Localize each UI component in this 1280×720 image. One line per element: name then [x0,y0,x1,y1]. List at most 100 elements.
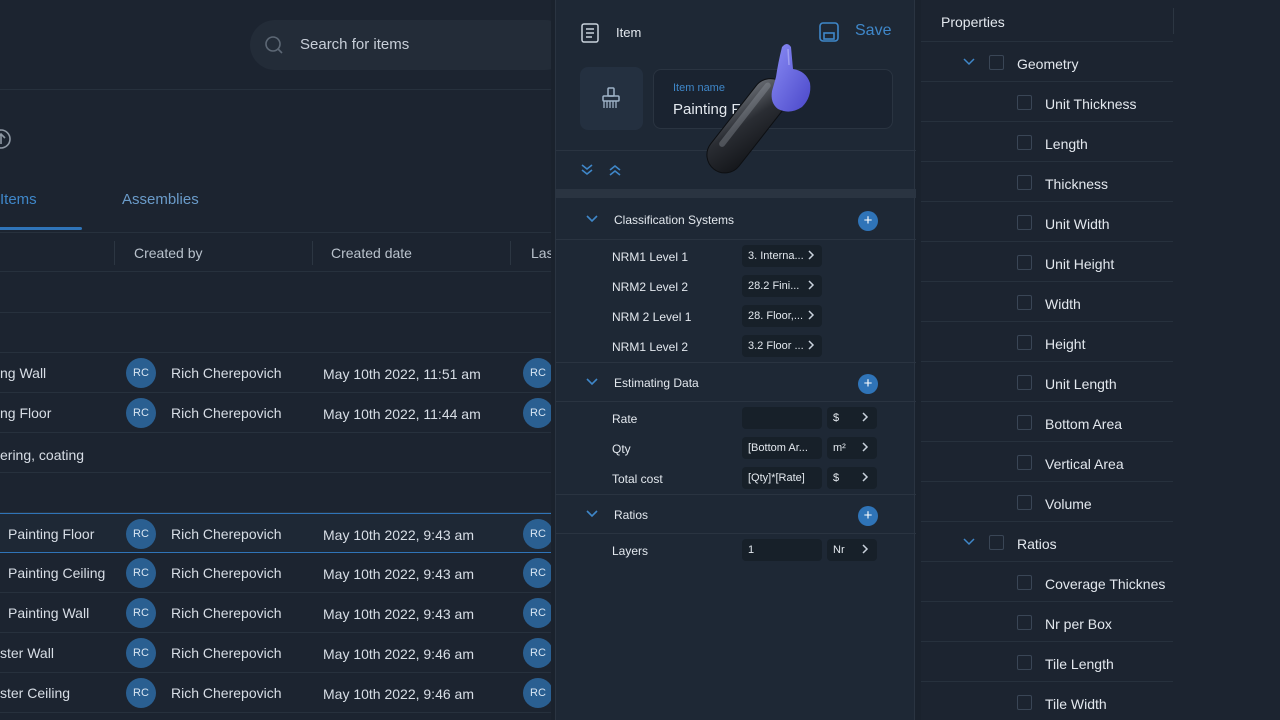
field-label: Rate [612,412,638,426]
property-label: Thickness [1045,176,1109,192]
column-last[interactable]: Las [531,245,551,261]
field-row: Qty [Bottom Ar... m² [556,433,916,463]
avatar: RC [126,678,156,708]
chevron-down-icon[interactable] [963,57,975,67]
group-row[interactable]: ering, coating [0,433,551,473]
property-item[interactable]: Bottom Area [921,402,1173,442]
row-created-by: Rich Cherepovich [171,605,282,621]
property-label: Nr per Box [1045,616,1112,632]
checkbox[interactable] [1017,415,1032,430]
property-item[interactable]: Unit Length [921,362,1173,402]
field-row: Total cost [Qty]*[Rate] $ [556,463,916,493]
row-created-by: Rich Cherepovich [171,526,282,542]
checkbox[interactable] [1017,215,1032,230]
upload-icon[interactable] [0,128,12,150]
row-name: ng Wall [0,365,47,381]
property-label: Unit Thickness [1045,96,1137,112]
checkbox[interactable] [1017,655,1032,670]
checkbox[interactable] [989,535,1004,550]
add-ratio-button[interactable]: + [858,506,878,526]
row-created-date: May 10th 2022, 11:44 am [323,406,481,422]
property-item[interactable]: Volume [921,482,1173,522]
rate-input[interactable] [742,407,822,429]
chevron-down-icon [586,215,598,223]
checkbox[interactable] [1017,495,1032,510]
section-ratios[interactable]: Ratios + [556,494,916,534]
checkbox[interactable] [1017,575,1032,590]
tab-items[interactable]: Items [0,191,82,230]
table-row[interactable]: ng Wall RC Rich Cherepovich May 10th 202… [0,353,551,393]
save-button[interactable]: Save [818,18,898,46]
property-item[interactable]: Thickness [921,162,1173,202]
property-item[interactable]: Unit Height [921,242,1173,282]
table-row[interactable]: Painting Ceiling RC Rich Cherepovich May… [0,553,551,593]
field-row: NRM2 Level 2 28.2 Fini... [556,271,916,301]
table-row[interactable]: Painting Wall RC Rich Cherepovich May 10… [0,593,551,633]
checkbox[interactable] [1017,375,1032,390]
chevron-down-icon[interactable] [963,537,975,547]
section-classification[interactable]: Classification Systems + [556,200,916,240]
search-input[interactable]: Search for items [250,20,551,70]
property-item[interactable]: Unit Width [921,202,1173,242]
property-group-ratios[interactable]: Ratios [921,522,1173,562]
paint-brush-icon [602,87,620,108]
table-row[interactable]: ster Wall RC Rich Cherepovich May 10th 2… [0,633,551,673]
qty-input[interactable]: [Bottom Ar... [742,437,822,459]
divider [556,190,916,198]
property-item[interactable]: Nr per Box [921,602,1173,642]
avatar: RC [523,558,551,588]
properties-panel: Properties Geometry Unit Thickness Lengt… [921,0,1280,720]
add-estimating-button[interactable]: + [858,374,878,394]
chevron-right-icon [862,442,869,452]
property-item[interactable]: Vertical Area [921,442,1173,482]
property-item[interactable]: Width [921,282,1173,322]
total-cost-input[interactable]: [Qty]*[Rate] [742,467,822,489]
row-name: Painting Floor [8,526,95,542]
unit-select[interactable]: $ [827,467,877,489]
property-item[interactable]: Coverage Thicknes [921,562,1173,602]
property-item[interactable]: Tile Length [921,642,1173,682]
section-title: Estimating Data [614,376,699,390]
table-row-selected[interactable]: Painting Floor RC Rich Cherepovich May 1… [0,513,551,553]
property-group-geometry[interactable]: Geometry [921,42,1173,82]
checkbox[interactable] [989,55,1004,70]
expand-all-icon[interactable] [580,163,594,177]
column-created-by[interactable]: Created by [134,245,202,261]
layers-input[interactable]: 1 [742,539,822,561]
column-created-date[interactable]: Created date [331,245,412,261]
avatar: RC [523,678,551,708]
row-created-date: May 10th 2022, 9:46 am [323,646,474,662]
checkbox[interactable] [1017,615,1032,630]
tab-assemblies[interactable]: Assemblies [122,191,199,208]
add-classification-button[interactable]: + [858,211,878,231]
property-label: Height [1045,336,1086,352]
checkbox[interactable] [1017,255,1032,270]
checkbox[interactable] [1017,695,1032,710]
collapse-all-icon[interactable] [608,163,622,177]
checkbox[interactable] [1017,175,1032,190]
row-name: Painting Ceiling [8,565,106,581]
item-name-field[interactable]: Item name Painting F [653,69,893,129]
table-row[interactable]: ng Floor RC Rich Cherepovich May 10th 20… [0,393,551,433]
chevron-right-icon [862,472,869,482]
chevron-right-icon [808,340,815,350]
property-item[interactable]: Length [921,122,1173,162]
row-created-date: May 10th 2022, 9:46 am [323,686,474,702]
table-row[interactable]: ster Ceiling RC Rich Cherepovich May 10t… [0,673,551,713]
checkbox[interactable] [1017,295,1032,310]
checkbox[interactable] [1017,95,1032,110]
section-estimating[interactable]: Estimating Data + [556,362,916,402]
item-icon-picker[interactable] [580,67,643,130]
checkbox[interactable] [1017,135,1032,150]
row-created-by: Rich Cherepovich [171,365,282,381]
checkbox[interactable] [1017,335,1032,350]
unit-select[interactable]: $ [827,407,877,429]
checkbox[interactable] [1017,455,1032,470]
chevron-right-icon [862,544,869,554]
unit-select[interactable]: m² [827,437,877,459]
property-item[interactable]: Height [921,322,1173,362]
property-item[interactable]: Tile Width [921,682,1173,720]
property-item[interactable]: Unit Thickness [921,82,1173,122]
unit-select[interactable]: Nr [827,539,877,561]
field-label: Layers [612,544,649,558]
